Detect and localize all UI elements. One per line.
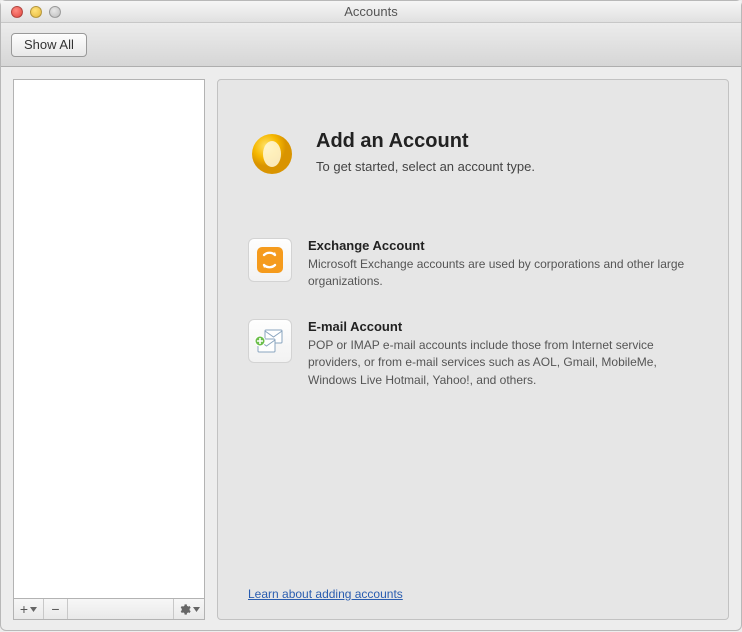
settings-menu-button[interactable] [174, 599, 204, 619]
account-list[interactable] [13, 79, 205, 598]
hero-text: Add an Account To get started, select an… [316, 130, 535, 178]
exchange-account-option[interactable]: Exchange Account Microsoft Exchange acco… [248, 238, 698, 291]
email-title: E-mail Account [308, 319, 688, 334]
hero-section: Add an Account To get started, select an… [248, 130, 698, 178]
outlook-icon [248, 130, 296, 178]
dropdown-arrow-icon [30, 607, 37, 612]
titlebar: Accounts [1, 1, 741, 23]
content-area: + − [1, 67, 741, 632]
exchange-desc: Microsoft Exchange accounts are used by … [308, 256, 688, 291]
window-controls [1, 6, 61, 18]
learn-about-adding-accounts-link[interactable]: Learn about adding accounts [248, 587, 403, 601]
add-account-button[interactable]: + [14, 599, 44, 619]
show-all-button[interactable]: Show All [11, 33, 87, 57]
accounts-sidebar: + − [13, 79, 205, 620]
dropdown-arrow-icon [193, 607, 200, 612]
window-title: Accounts [1, 4, 741, 19]
plus-icon: + [20, 601, 28, 617]
main-panel: Add an Account To get started, select an… [217, 79, 729, 620]
email-text: E-mail Account POP or IMAP e-mail accoun… [308, 319, 688, 389]
email-desc: POP or IMAP e-mail accounts include thos… [308, 337, 688, 389]
email-icon [248, 319, 292, 363]
zoom-window-button[interactable] [49, 6, 61, 18]
exchange-text: Exchange Account Microsoft Exchange acco… [308, 238, 688, 291]
close-window-button[interactable] [11, 6, 23, 18]
gear-icon [178, 603, 191, 616]
sidebar-controls: + − [13, 598, 205, 620]
hero-title: Add an Account [316, 130, 535, 153]
exchange-title: Exchange Account [308, 238, 688, 253]
hero-subtitle: To get started, select an account type. [316, 159, 535, 174]
exchange-icon [248, 238, 292, 282]
sidebar-controls-spacer [68, 599, 174, 619]
email-account-option[interactable]: E-mail Account POP or IMAP e-mail accoun… [248, 319, 698, 389]
remove-account-button[interactable]: − [44, 599, 68, 619]
minimize-window-button[interactable] [30, 6, 42, 18]
minus-icon: − [51, 601, 59, 617]
toolbar: Show All [1, 23, 741, 67]
